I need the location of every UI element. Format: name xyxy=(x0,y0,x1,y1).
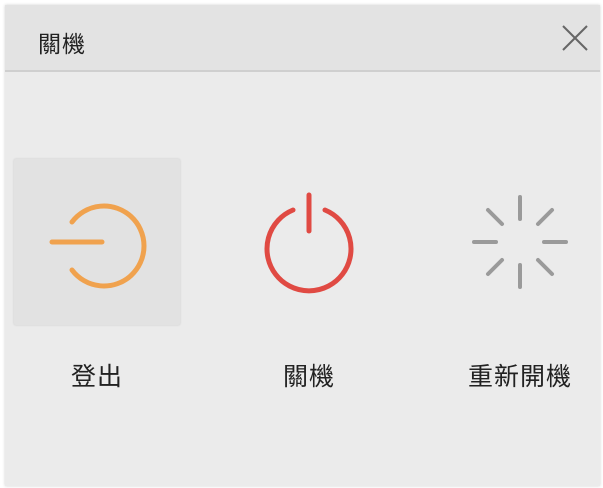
power-off-label[interactable]: 關機 xyxy=(226,357,392,393)
logout-label[interactable]: 登出 xyxy=(14,357,180,393)
dialog-titlebar: 關機 xyxy=(5,5,600,72)
restart-button[interactable] xyxy=(437,159,603,325)
close-icon xyxy=(562,25,588,51)
power-icon xyxy=(264,192,354,294)
restart-label[interactable]: 重新開機 xyxy=(437,357,603,393)
logout-button[interactable] xyxy=(14,159,180,325)
logout-icon xyxy=(49,203,147,289)
close-button[interactable] xyxy=(556,19,594,57)
shutdown-dialog: 關機 登出 關機 重新開機 xyxy=(5,5,600,486)
power-off-button[interactable] xyxy=(226,159,392,325)
dialog-title: 關機 xyxy=(38,32,86,58)
restart-spinner-icon xyxy=(472,195,568,289)
